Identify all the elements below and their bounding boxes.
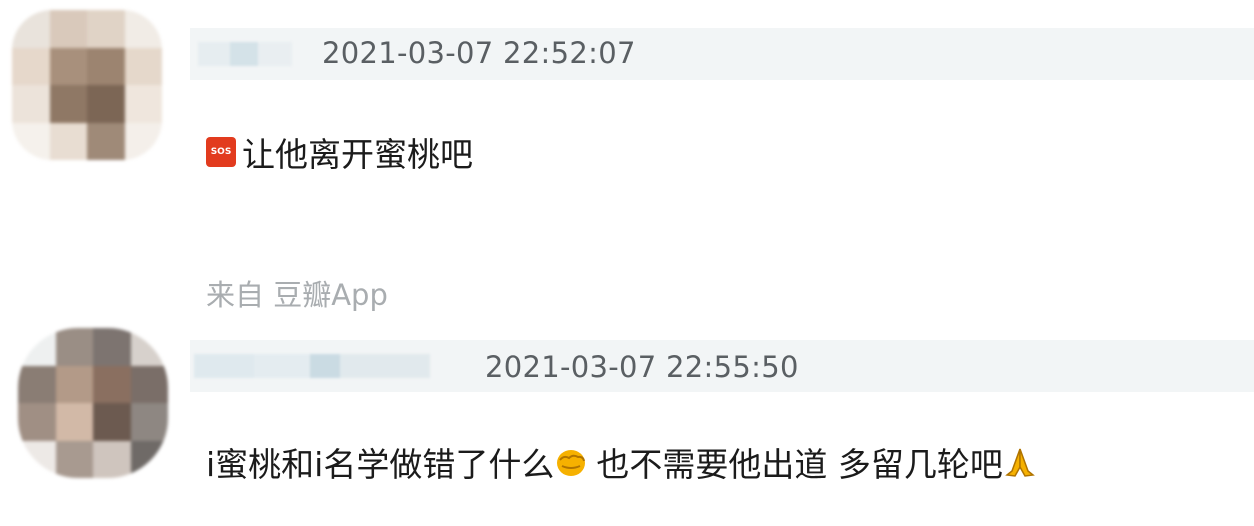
comment-text: i蜜桃和i名学做错了什么 也不需要他出道 多留几轮吧 bbox=[206, 438, 1037, 486]
username-blurred[interactable] bbox=[194, 354, 430, 378]
fist-icon bbox=[557, 450, 586, 476]
avatar[interactable] bbox=[18, 328, 168, 478]
comment-1: 2021-03-07 22:52:07 SOS 让他离开蜜桃吧 来自 豆瓣App bbox=[0, 0, 1254, 312]
comment-2: 2021-03-07 22:55:50 i蜜桃和i名学做错了什么 也不需要他出道… bbox=[0, 318, 1254, 526]
comment-header: 2021-03-07 22:55:50 bbox=[190, 340, 1254, 392]
username-blurred[interactable] bbox=[198, 42, 292, 66]
comment-text-content: 让他离开蜜桃吧 bbox=[242, 135, 473, 174]
pray-icon bbox=[1004, 448, 1035, 477]
source-label: 来自 豆瓣App bbox=[206, 278, 388, 312]
comment-text: SOS 让他离开蜜桃吧 bbox=[206, 128, 473, 176]
comment-header: 2021-03-07 22:52:07 bbox=[190, 28, 1254, 80]
comment-text-part1: i蜜桃和i名学做错了什么 bbox=[206, 445, 555, 484]
avatar[interactable] bbox=[12, 10, 162, 160]
sos-icon: SOS bbox=[206, 137, 236, 167]
timestamp: 2021-03-07 22:55:50 bbox=[485, 350, 799, 384]
comment-text-part2: 也不需要他出道 多留几轮吧 bbox=[596, 445, 1003, 484]
timestamp: 2021-03-07 22:52:07 bbox=[322, 36, 636, 70]
